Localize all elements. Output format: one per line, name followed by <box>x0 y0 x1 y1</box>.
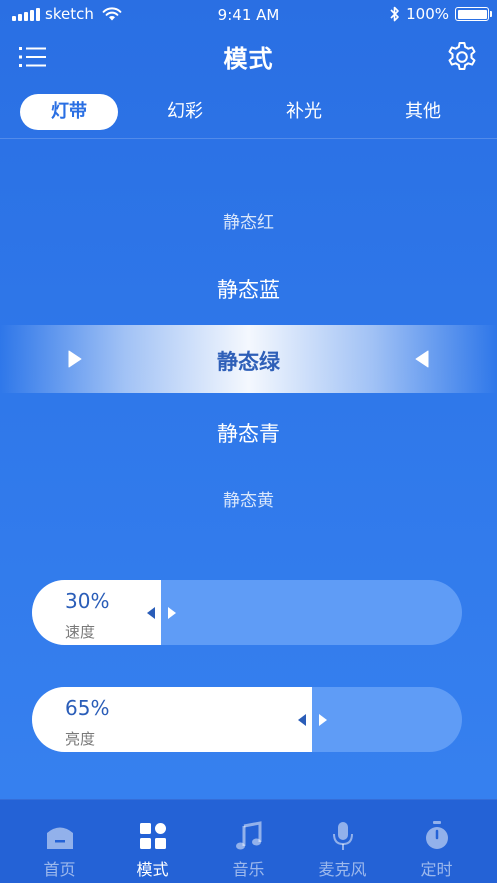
nav-timer[interactable]: 定时 <box>387 800 486 883</box>
status-right: 100% <box>390 5 492 23</box>
increase-arrow-icon[interactable] <box>166 606 178 620</box>
gear-icon <box>448 42 476 70</box>
battery-icon <box>455 7 492 21</box>
mode-picker[interactable]: 静态红 静态蓝 静态绿 静态青 静态黄 <box>0 190 497 520</box>
picker-item[interactable]: 静态红 <box>0 208 497 233</box>
nav-mode[interactable]: 模式 <box>103 800 202 883</box>
navigation-header: 模式 <box>0 30 497 84</box>
bottom-tab-bar: 首页 模式 音乐 麦克风 定时 <box>0 799 497 883</box>
list-menu-icon <box>19 47 46 67</box>
brightness-value: 65% <box>65 696 110 720</box>
nav-mode-label: 模式 <box>136 860 169 879</box>
brightness-label: 亮度 <box>65 730 96 748</box>
tab-light-strip[interactable]: 灯带 <box>20 94 118 130</box>
increase-arrow-icon[interactable] <box>317 713 329 727</box>
decrease-arrow-icon[interactable] <box>296 713 308 727</box>
music-note-icon <box>236 821 262 850</box>
home-icon <box>47 827 73 849</box>
speed-value: 30% <box>65 589 110 613</box>
grid-mode-icon <box>140 823 166 849</box>
arrow-left-icon[interactable] <box>413 349 433 369</box>
microphone-icon <box>333 822 353 850</box>
brightness-slider[interactable]: 65% 亮度 <box>32 687 462 752</box>
battery-percent: 100% <box>406 5 449 23</box>
nav-music-label: 音乐 <box>232 860 265 879</box>
settings-button[interactable] <box>445 40 479 74</box>
decrease-arrow-icon[interactable] <box>145 606 157 620</box>
arrow-right-icon[interactable] <box>64 349 84 369</box>
menu-button[interactable] <box>18 42 48 72</box>
app-screen: sketch 9:41 AM 100% 模式 灯带 幻彩 补光 其他 静态红 静… <box>0 0 497 883</box>
speed-slider[interactable]: 30% 速度 <box>32 580 462 645</box>
page-title: 模式 <box>223 45 274 73</box>
nav-home-label: 首页 <box>43 860 76 879</box>
stopwatch-icon <box>426 821 448 849</box>
tab-fantasy-color[interactable]: 幻彩 <box>136 94 234 130</box>
nav-timer-label: 定时 <box>420 860 453 879</box>
bluetooth-icon <box>390 6 399 22</box>
picker-item[interactable]: 静态黄 <box>0 486 497 511</box>
speed-label: 速度 <box>65 623 96 641</box>
nav-home[interactable]: 首页 <box>10 800 109 883</box>
status-bar: sketch 9:41 AM 100% <box>0 0 497 30</box>
picker-item[interactable]: 静态青 <box>0 418 497 448</box>
tab-fill-light[interactable]: 补光 <box>255 94 353 130</box>
tab-other[interactable]: 其他 <box>374 94 472 130</box>
nav-microphone-label: 麦克风 <box>318 860 367 879</box>
nav-music[interactable]: 音乐 <box>199 800 298 883</box>
category-tabs: 灯带 幻彩 补光 其他 <box>0 84 497 139</box>
picker-item[interactable]: 静态蓝 <box>0 274 497 304</box>
nav-microphone[interactable]: 麦克风 <box>293 800 392 883</box>
